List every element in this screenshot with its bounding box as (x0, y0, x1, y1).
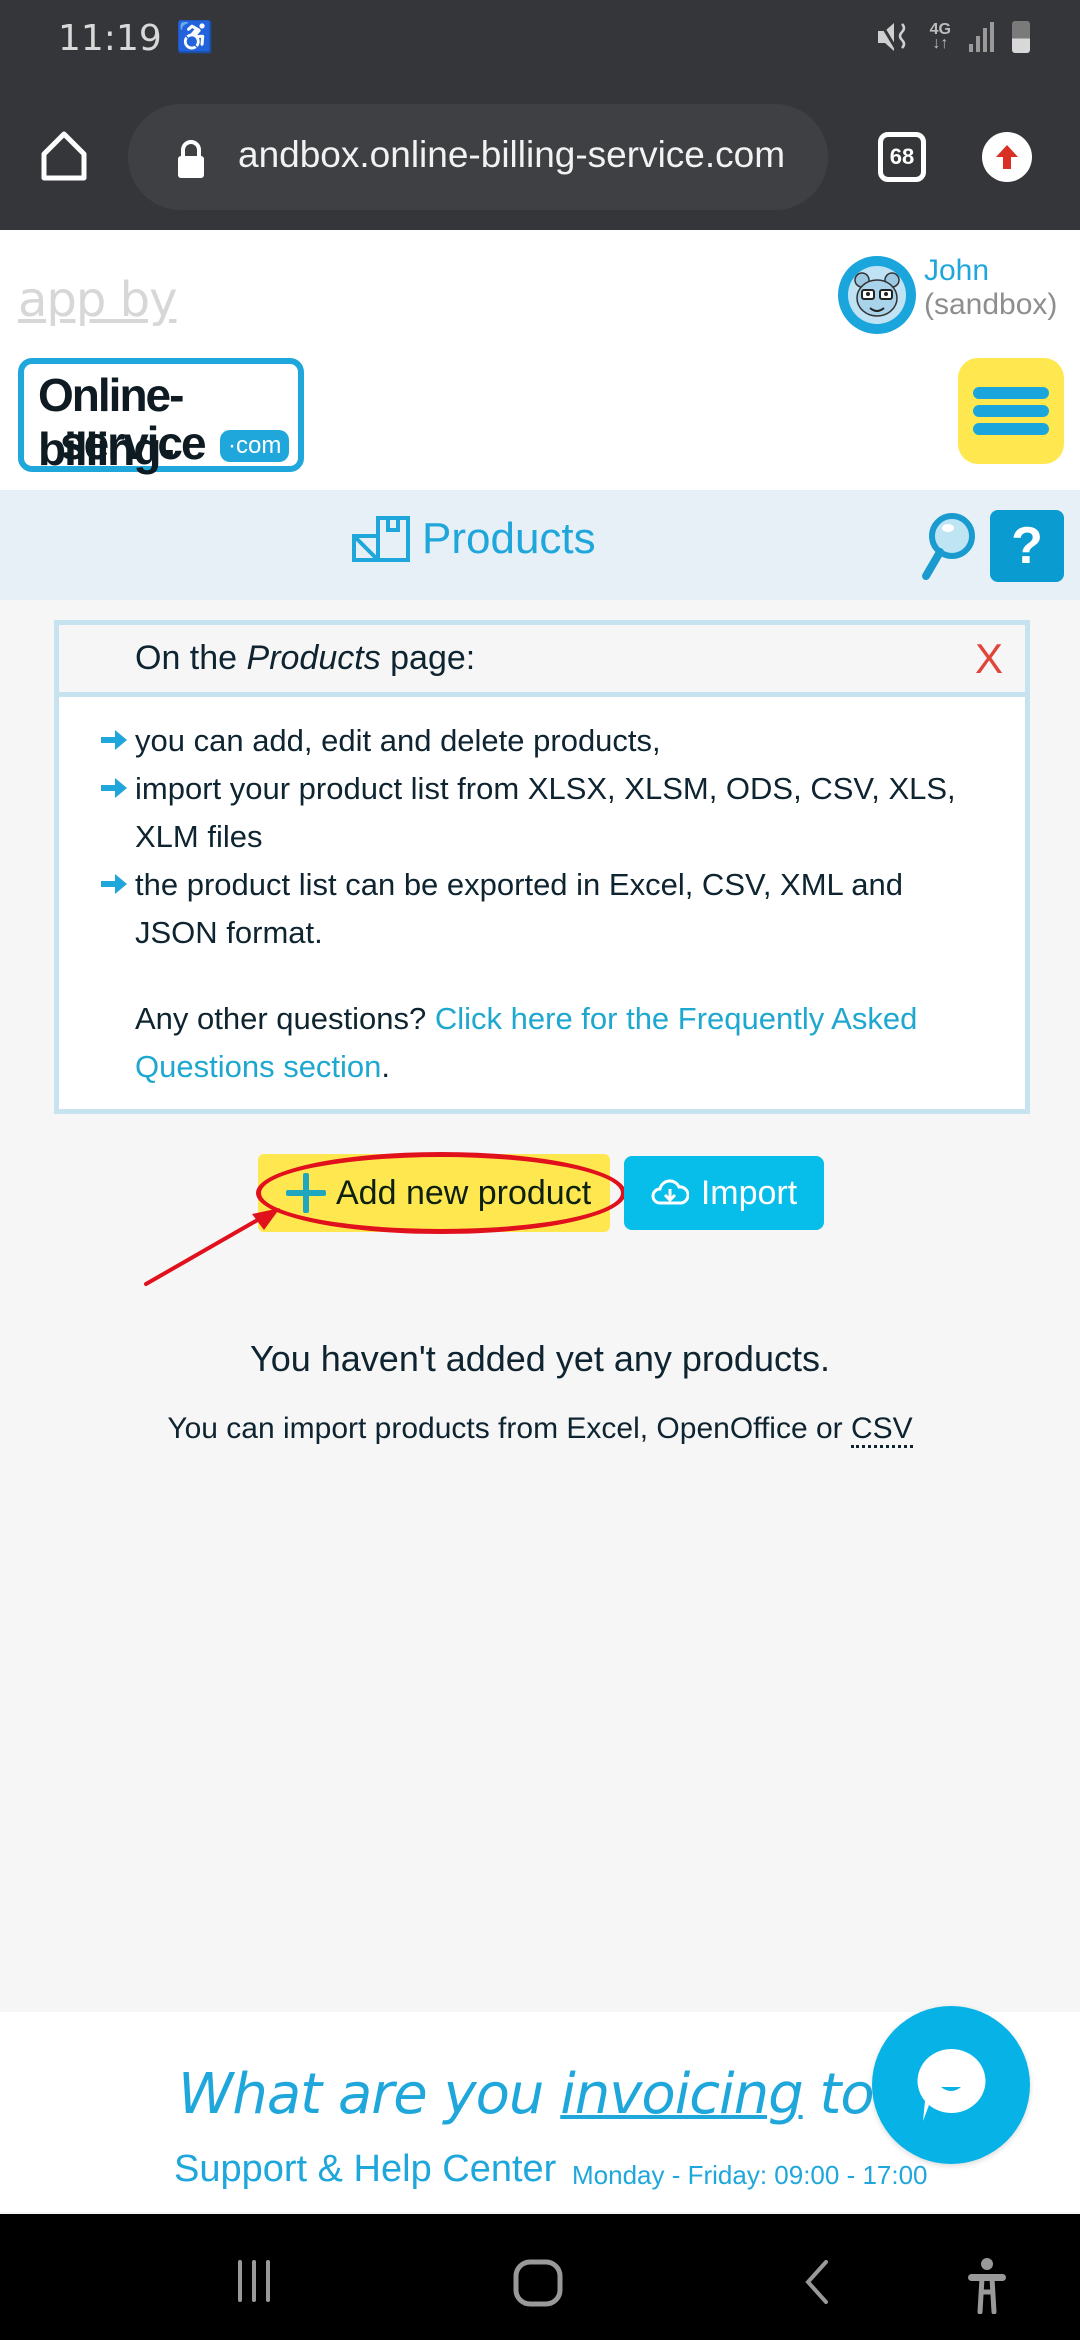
logo-com: ·com (220, 430, 290, 462)
chat-bubble-icon (917, 2048, 986, 2121)
hamburger-menu-icon-bar (973, 405, 1049, 417)
home-nav-icon[interactable] (512, 2258, 564, 2308)
info-panel: On the Products page: X you can add, edi… (54, 620, 1030, 1114)
update-button[interactable] (982, 132, 1032, 182)
faq-suffix: . (381, 1049, 391, 1084)
app-by-label: app by (18, 272, 177, 328)
system-nav-bar (0, 2214, 1080, 2340)
info-panel-header: On the Products page: X (59, 625, 1025, 697)
faq-line: Any other questions? Click here for the … (59, 995, 959, 1091)
csv-abbr: CSV (850, 1412, 913, 1448)
browser-chrome: 11:19 ♿ 4G ↓↑ andbox.online-billing-servi… (0, 0, 1080, 230)
hamburger-menu-icon-bar (973, 387, 1049, 399)
accessibility-nav-icon[interactable] (964, 2258, 1010, 2314)
hamburger-menu-button[interactable] (958, 358, 1064, 464)
empty-state-title: You haven't added yet any products. (250, 1338, 830, 1379)
hamburger-menu-icon-bar (973, 423, 1049, 435)
support-hours: Monday - Friday: 09:00 - 17:00 (572, 2160, 928, 2190)
plus-icon (286, 1173, 326, 1213)
products-boxes-icon (352, 516, 410, 562)
support-help-center-link[interactable]: Support & Help Center (174, 2148, 556, 2191)
faq-prefix: Any other questions? (135, 1001, 435, 1036)
mute-vibrate-icon (877, 21, 905, 53)
url-text[interactable]: andbox.online-billing-service.com (238, 134, 785, 176)
info-title-suffix: page: (380, 639, 476, 677)
bear-mascot-icon (848, 266, 906, 324)
user-account: (sandbox) (924, 288, 1058, 321)
info-bullet: import your product list from XLSX, XLSM… (59, 765, 959, 861)
info-panel-title: On the Products page: (135, 639, 475, 678)
status-time: 11:19 (58, 18, 162, 59)
page-title-wrap: Products (352, 514, 596, 564)
battery-icon (1012, 21, 1030, 53)
add-new-product-button[interactable]: Add new product (258, 1154, 610, 1232)
info-bullet-text: you can add, edit and delete products, (135, 723, 661, 758)
4g-data-icon: 4G ↓↑ (929, 21, 951, 52)
url-bar[interactable]: andbox.online-billing-service.com (128, 104, 828, 210)
info-bullet: the product list can be exported in Exce… (59, 861, 959, 957)
back-icon[interactable] (800, 2258, 834, 2306)
recent-apps-icon[interactable] (232, 2258, 278, 2304)
arrow-right-icon (101, 874, 127, 894)
status-icons: 4G ↓↑ (876, 20, 1030, 54)
info-title-prefix: On the (135, 639, 247, 677)
logo-line2: service (60, 417, 207, 469)
add-new-product-label: Add new product (336, 1173, 592, 1212)
import-label: Import (700, 1173, 798, 1212)
arrow-right-icon (101, 730, 127, 750)
info-bullet-text: the product list can be exported in Exce… (135, 867, 903, 950)
lock-icon (178, 140, 204, 178)
info-bullet: you can add, edit and delete products, (59, 717, 959, 765)
chat-button[interactable] (872, 2006, 1030, 2164)
slogan-part: What are you (178, 2062, 561, 2127)
signal-icon (969, 22, 994, 52)
avatar[interactable] (838, 256, 916, 334)
page-title-bar: Products ? (0, 490, 1080, 600)
app-header: app by Online-billing- service ·com John… (0, 230, 1080, 490)
slogan-emph: invoicing (560, 2062, 803, 2127)
home-icon[interactable] (36, 128, 92, 184)
user-name[interactable]: John (924, 254, 989, 288)
cloud-download-icon (651, 1179, 689, 1205)
tabs-button[interactable]: 68 (878, 132, 926, 182)
arrow-right-icon (101, 778, 127, 798)
brand-logo[interactable]: Online-billing- service ·com (18, 358, 304, 475)
info-panel-body: you can add, edit and delete products, i… (59, 697, 1025, 1091)
magnifier-icon[interactable] (916, 510, 978, 582)
info-bullet-text: import your product list from XLSX, XLSM… (135, 771, 956, 854)
info-title-emph: Products (246, 639, 381, 677)
empty-state-subtitle: You can import products from Excel, Open… (0, 1412, 1080, 1448)
close-icon[interactable]: X (975, 635, 1003, 683)
page-title: Products (422, 514, 596, 563)
accessibility-status-icon: ♿ (176, 21, 214, 54)
help-button[interactable]: ? (990, 510, 1064, 582)
import-button[interactable]: Import (624, 1156, 824, 1230)
empty-subtitle-text: You can import products from Excel, Open… (167, 1412, 851, 1445)
update-icon (996, 145, 1018, 169)
